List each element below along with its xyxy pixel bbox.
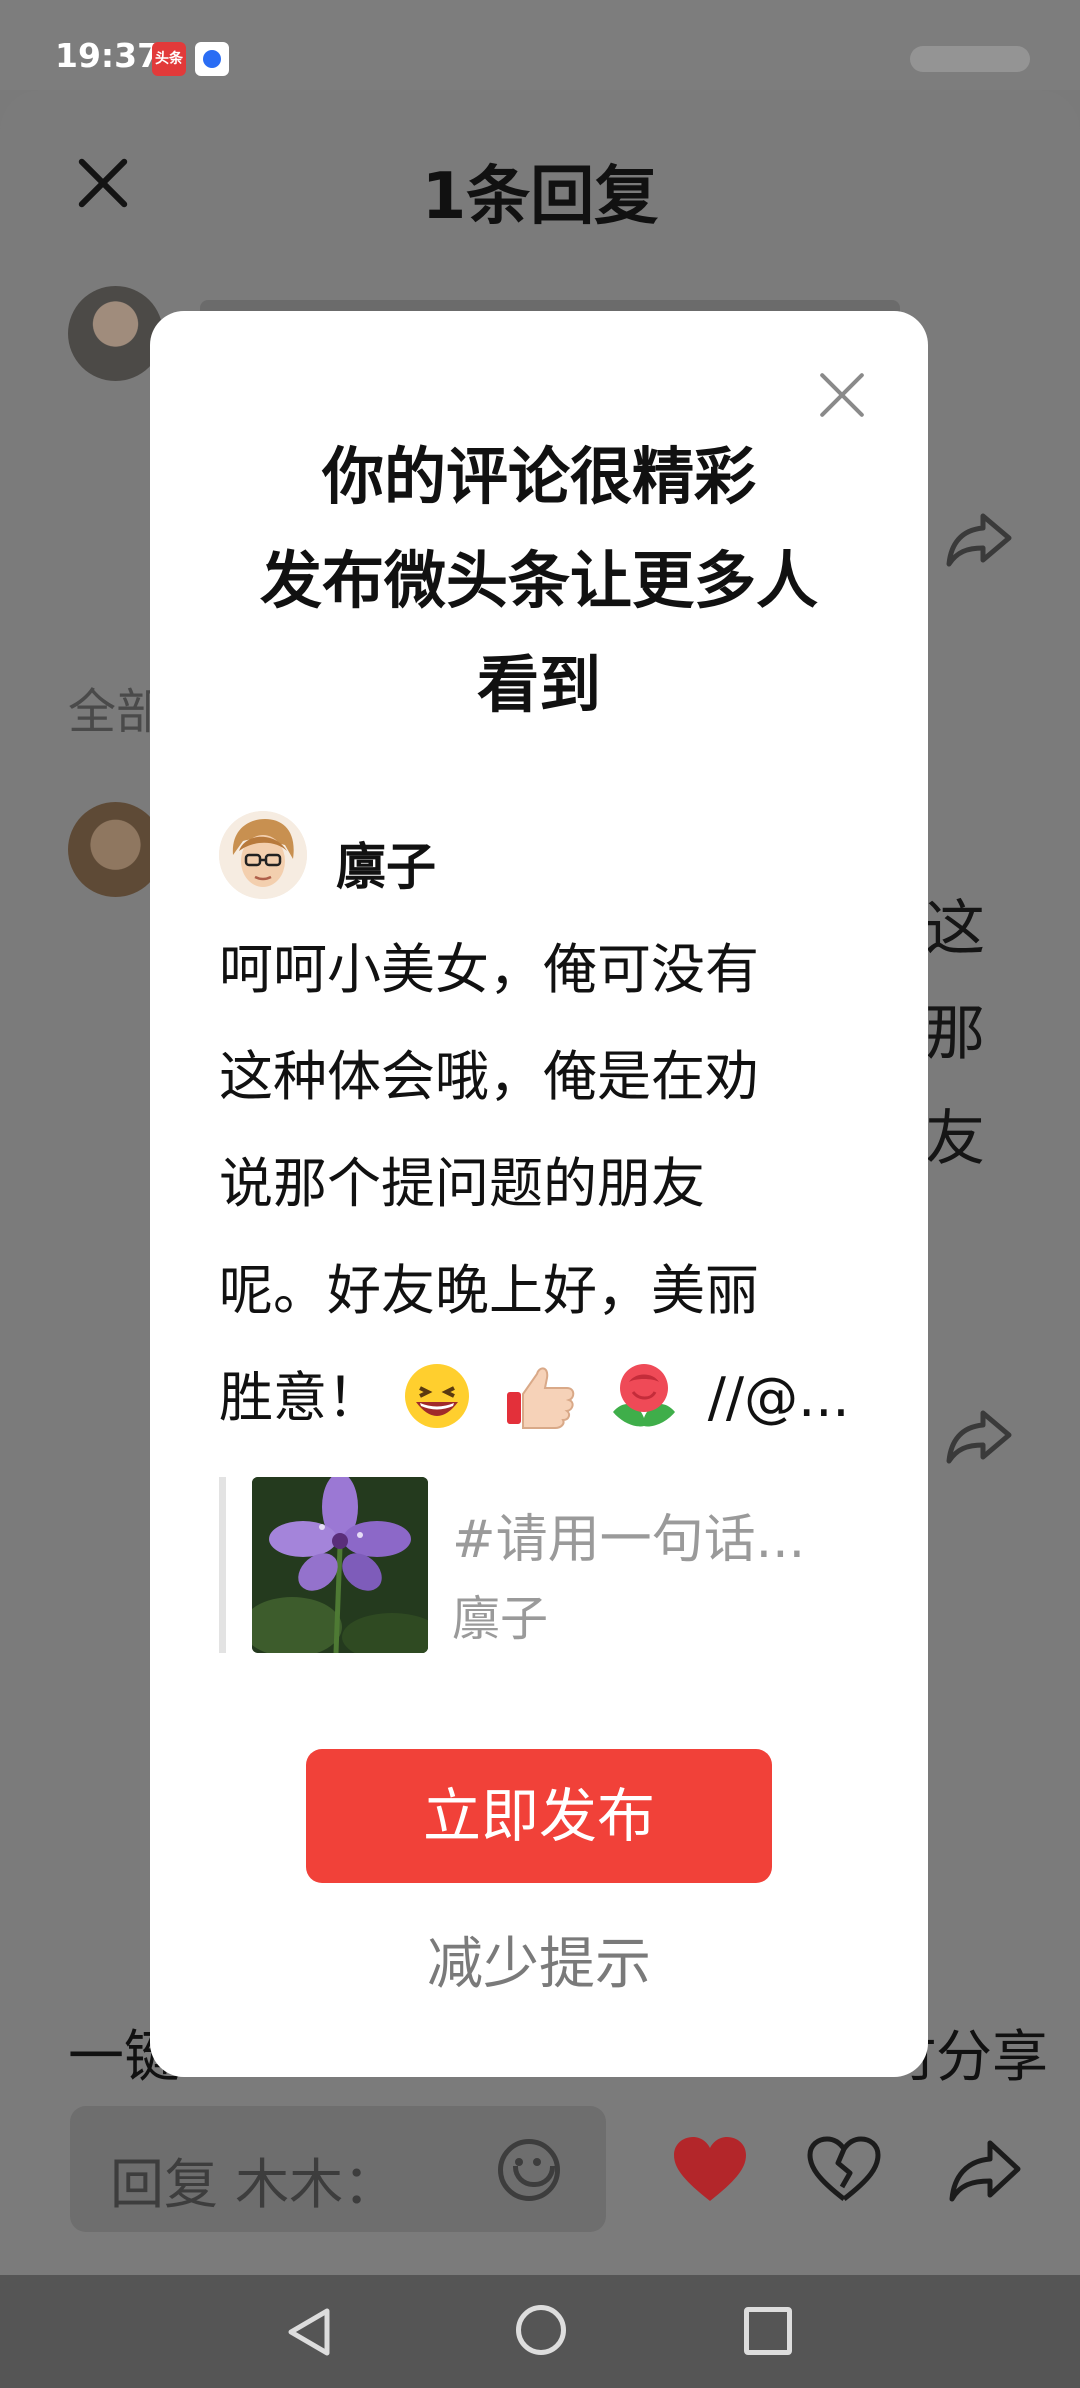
recent-apps-icon[interactable] (744, 2307, 792, 2355)
comment-text-fragment: 那 (925, 999, 985, 1069)
thumbs-up-emoji-icon (501, 1358, 579, 1430)
quoted-post-title: #请用一句话... (452, 1510, 806, 1570)
reply-input[interactable]: 回复 木木： (70, 2106, 606, 2232)
home-icon[interactable] (516, 2305, 566, 2355)
baidu-app-icon (195, 42, 229, 76)
comment-line: 呵呵小美女，俺可没有 (219, 938, 759, 1001)
status-time: 19:37 (55, 36, 161, 75)
share-icon[interactable] (945, 508, 1015, 568)
dialog-title-line: 你的评论很精彩 (321, 440, 756, 513)
comment-line: 胜意！ (219, 1366, 381, 1429)
publish-now-button[interactable]: 立即发布 (306, 1749, 772, 1883)
author-avatar (219, 811, 307, 899)
emoji-icon[interactable] (498, 2139, 560, 2201)
rose-emoji-icon (605, 1358, 683, 1430)
share-icon[interactable] (945, 1405, 1015, 1465)
reduce-prompts-button[interactable]: 减少提示 (150, 1919, 928, 2000)
close-dialog-icon[interactable] (818, 371, 866, 419)
sheet-title: 1条回复 (421, 160, 659, 234)
toutiao-app-icon: 头条 (152, 42, 186, 76)
avatar[interactable] (68, 802, 163, 897)
status-indicators-icon (910, 46, 1030, 72)
reply-placeholder: 回复 木木： (110, 2153, 398, 2216)
status-bar: 19:37 头条 (0, 0, 1080, 90)
comment-last-line: 胜意！ //@... (219, 1344, 859, 1451)
quoted-post[interactable]: #请用一句话... 廪子 (219, 1477, 859, 1653)
publish-prompt-dialog: 你的评论很精彩 发布微头条让更多人 看到 廪子 呵呵小美女，俺可没有 这种体会哦… (150, 311, 928, 2077)
quoted-post-author: 廪子 (452, 1591, 549, 1647)
comment-text-fragment: 友 (925, 1104, 985, 1174)
post-thumbnail (252, 1477, 428, 1653)
author-name: 廪子 (336, 838, 436, 896)
comment-line: 这种体会哦，俺是在劝 (219, 1045, 759, 1108)
dialog-title-line: 发布微头条让更多人 (259, 544, 818, 617)
comment-text-fragment: 这 (925, 894, 985, 964)
forward-icon[interactable] (948, 2135, 1024, 2205)
avatar[interactable] (68, 286, 163, 381)
system-nav-bar (0, 2275, 1080, 2388)
laughing-emoji-icon (398, 1358, 476, 1430)
back-icon[interactable] (283, 2305, 337, 2359)
dialog-title-line: 看到 (476, 648, 601, 721)
broken-heart-icon[interactable] (806, 2135, 882, 2205)
comment-tail: //@... (707, 1366, 850, 1429)
dialog-title: 你的评论很精彩 发布微头条让更多人 看到 (150, 425, 928, 737)
comment-line: 呢。好友晚上好，美丽 (219, 1259, 759, 1322)
comment-text: 呵呵小美女，俺可没有 这种体会哦，俺是在劝 说那个提问题的朋友 呢。好友晚上好，… (219, 916, 859, 1451)
comment-line: 说那个提问题的朋友 (219, 1152, 705, 1215)
like-heart-icon[interactable] (672, 2135, 748, 2205)
